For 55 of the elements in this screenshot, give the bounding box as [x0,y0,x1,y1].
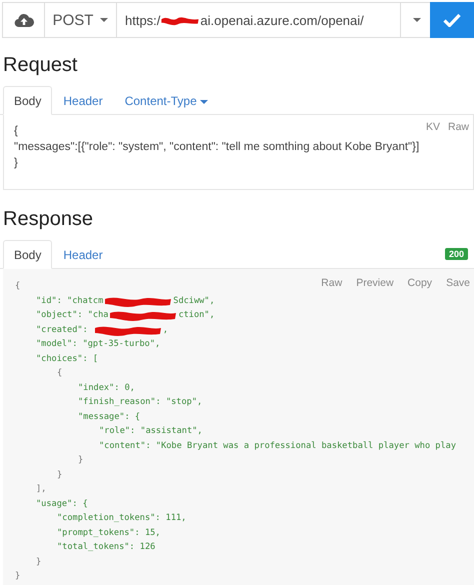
code-text: } [15,571,20,582]
code-text: , [162,324,168,335]
redaction-mark [103,294,174,307]
caret-icon [413,18,421,22]
code-text: { [57,368,62,378]
code-text: "object": "cha [36,310,108,320]
code-text: } [78,455,84,466]
request-body-editor[interactable]: KV Raw { "messages":[{"role": "system", "content": "tell me somthing about Kobe Bryant"}] } [3,115,474,190]
section-title: Request [3,54,78,77]
tab[interactable]: Body [3,86,52,115]
code-line: { [14,124,18,139]
code-text: "completion_tokens": 111, [57,513,186,524]
caret-icon [200,100,208,104]
code-text: "created": [36,324,89,335]
redaction-mark [108,309,178,322]
code-text: "message": { [78,412,140,422]
mode-button[interactable]: Raw [444,121,473,133]
action-link[interactable]: Copy [404,277,436,289]
send-button[interactable] [430,2,474,38]
tab[interactable]: Content-Type [114,86,219,115]
action-link[interactable]: Save [442,277,474,289]
code-text: "choices": [ [36,354,98,364]
code-text: "content": "Kobe Bryant was a professional basketball player who play [99,440,456,451]
code-text: ], [36,484,46,494]
code-text: "usage": { [36,498,88,509]
code-line: } [14,156,18,171]
status-badge: 200 [444,248,468,260]
url-history-dropdown[interactable] [400,2,431,38]
tab[interactable]: Header [52,86,114,115]
code-text: "prompt_tokens": 15, [57,528,160,538]
action-link[interactable]: Preview [352,277,398,289]
code-text: } [36,556,42,567]
code-text: "index": 0, [78,382,135,393]
tab[interactable]: Header [52,240,114,269]
code-text: "model": "gpt-35-turbo", [36,339,160,350]
code-text: "finish_reason": "stop", [78,397,202,408]
checkmark-icon [443,13,461,27]
redaction-mark [92,324,163,336]
code-text: "id": "chatcm [36,296,104,306]
method-dropdown[interactable]: POST [44,2,117,38]
code-text: Sdciww", [173,296,215,306]
code-text: "total_tokens": 126 [57,542,156,552]
mode-button[interactable]: KV [422,121,444,133]
cloud-upload-icon [14,12,34,28]
code-line: "messages":[{"role": "system", "content": "tell me somthing about Kobe Bryant"}] [14,140,420,155]
upload-button[interactable] [2,2,45,38]
code-text: ction", [178,310,215,320]
tab[interactable]: Body [3,240,52,269]
code-text: "role": "assistant", [99,426,202,436]
section-title: Response [3,208,94,231]
code-text: { [15,281,20,292]
caret-icon [100,18,108,22]
action-link[interactable]: Raw [317,277,346,289]
url-field[interactable]: https:/ ai.openai.azure.com/openai/ [116,2,401,38]
code-text: } [57,470,62,480]
